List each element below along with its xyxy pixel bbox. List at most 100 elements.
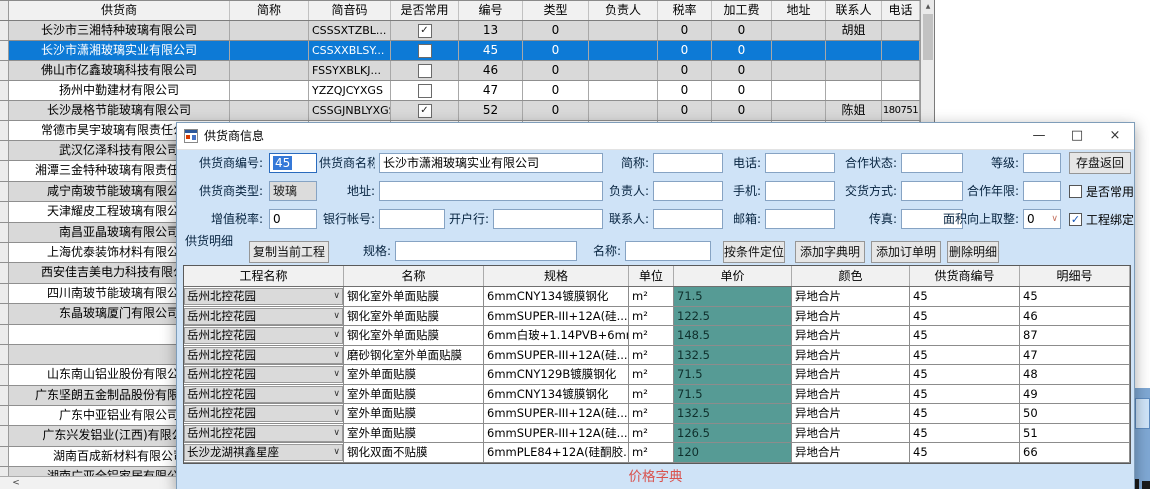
delivery-method-input[interactable] (901, 181, 963, 201)
project-combo-cell[interactable]: 岳州北控花园∨ (184, 385, 344, 404)
project-combo[interactable]: 岳州北控花园∨ (184, 288, 343, 305)
copy-project-button[interactable]: 复制当前工程 (249, 241, 329, 263)
area-round-up-combo[interactable]: 0∨ (1023, 209, 1061, 229)
column-header[interactable]: 简称 (230, 1, 309, 20)
column-header[interactable]: 加工费 (712, 1, 772, 20)
column-header[interactable]: 税率 (658, 1, 712, 20)
project-combo[interactable]: 岳州北控花园∨ (184, 327, 343, 344)
table-row[interactable]: 佛山市亿鑫玻璃科技有限公司FSSYXBLKJ...46000 (0, 61, 920, 81)
grid-row[interactable]: 岳州北控花园∨室外单面贴膜6mmCNY129B镀膜钢化m²71.5异地合片454… (184, 365, 1130, 385)
supplier-name-input[interactable]: 长沙市潇湘玻璃实业有限公司 (379, 153, 603, 173)
project-combo-cell[interactable]: 岳州北控花园∨ (184, 346, 344, 365)
grid-column-header[interactable]: 规格 (484, 266, 629, 286)
grid-cell: 45 (910, 307, 1020, 326)
grid-column-header[interactable]: 单价 (674, 266, 792, 286)
cell-no: 52 (459, 101, 523, 120)
grid-column-header[interactable]: 颜色 (792, 266, 910, 286)
project-combo[interactable]: 岳州北控花园∨ (184, 366, 343, 383)
grid-row[interactable]: 岳州北控花园∨室外单面贴膜6mmCNY134镀膜钢化m²71.5异地合片4549 (184, 385, 1130, 405)
project-combo[interactable]: 岳州北控花园∨ (184, 405, 343, 422)
column-header[interactable]: 编号 (459, 1, 523, 20)
grid-row[interactable]: 岳州北控花园∨室外单面贴膜6mmSUPER-III+12A(硅...m²126.… (184, 424, 1130, 444)
column-header[interactable]: 地址 (772, 1, 826, 20)
manager-input[interactable] (653, 181, 723, 201)
project-bind-checkbox[interactable]: ✓ 工程绑定 (1069, 211, 1134, 227)
common-use-checkbox[interactable]: 是否常用 (1069, 183, 1134, 199)
locate-by-condition-button[interactable]: 按条件定位 (723, 241, 785, 263)
column-header[interactable]: 是否常用 (391, 1, 459, 20)
phone-input[interactable] (765, 153, 835, 173)
common-checkbox[interactable]: ✓ (418, 24, 432, 38)
spec-filter-input[interactable] (395, 241, 577, 261)
scroll-up-icon[interactable]: ▲ (921, 0, 935, 13)
checkbox-icon[interactable] (1069, 185, 1082, 198)
project-combo-cell[interactable]: 长沙龙湖祺鑫星座∨ (184, 443, 344, 462)
close-button[interactable]: × (1096, 123, 1134, 149)
grid-row[interactable]: 岳州北控花园∨钢化室外单面贴膜6mm白玻+1.14PVB+6mm...m²148… (184, 326, 1130, 346)
project-combo[interactable]: 岳州北控花园∨ (184, 308, 343, 325)
email-input[interactable] (765, 209, 835, 229)
supplier-type-input[interactable]: 玻璃 (269, 181, 317, 201)
common-checkbox[interactable]: ✓ (418, 104, 432, 118)
project-combo[interactable]: 岳州北控花园∨ (184, 347, 343, 364)
project-combo[interactable]: 长沙龙湖祺鑫星座∨ (184, 444, 343, 461)
column-header[interactable]: 类型 (523, 1, 589, 20)
grade-input[interactable] (1023, 153, 1061, 173)
bank-account-input[interactable] (379, 209, 445, 229)
column-header[interactable]: 负责人 (589, 1, 658, 20)
table-row[interactable]: 扬州中勤建材有限公司YZZQJCYXGS47000 (0, 81, 920, 101)
project-combo-cell[interactable]: 岳州北控花园∨ (184, 326, 344, 345)
common-checkbox[interactable] (418, 44, 432, 58)
project-combo-cell[interactable]: 岳州北控花园∨ (184, 424, 344, 443)
checkbox-icon[interactable]: ✓ (1069, 213, 1082, 226)
project-combo-cell[interactable]: 岳州北控花园∨ (184, 287, 344, 306)
grid-row[interactable]: 岳州北控花园∨钢化室外单面贴膜6mmCNY134镀膜钢化m²71.5异地合片45… (184, 287, 1130, 307)
project-combo[interactable]: 岳州北控花园∨ (184, 425, 343, 442)
name-filter-input[interactable] (625, 241, 711, 261)
project-combo-cell[interactable]: 岳州北控花园∨ (184, 404, 344, 423)
grid-column-header[interactable]: 工程名称 (184, 266, 344, 286)
project-combo[interactable]: 岳州北控花园∨ (184, 386, 343, 403)
table-row[interactable]: 长沙晟格节能玻璃有限公司CSSGJNBLYXGS✓52000陈姐180751 (0, 101, 920, 121)
minimize-button[interactable]: — (1020, 123, 1058, 149)
grid-column-header[interactable]: 明细号 (1020, 266, 1130, 286)
grid-column-header[interactable]: 供货商编号 (910, 266, 1020, 286)
address-input[interactable] (379, 181, 603, 201)
contact-input[interactable] (653, 209, 723, 229)
grade-label: 等级: (983, 153, 1019, 174)
maximize-button[interactable]: □ (1058, 123, 1096, 149)
vat-rate-input[interactable]: 0 (269, 209, 317, 229)
grid-column-header[interactable]: 名称 (344, 266, 484, 286)
mobile-input[interactable] (765, 181, 835, 201)
delete-detail-button[interactable]: 删除明细 (947, 241, 999, 263)
coop-years-input[interactable] (1023, 181, 1061, 201)
scroll-left-icon[interactable]: < (9, 477, 23, 489)
save-return-button[interactable]: 存盘返回 (1069, 152, 1131, 174)
grid-row[interactable]: 岳州北控花园∨室外单面贴膜6mmSUPER-III+12A(硅...m²132.… (184, 404, 1130, 424)
table-row[interactable]: 长沙市潇湘玻璃实业有限公司CSSXXBLSY...45000 (0, 41, 920, 61)
common-checkbox[interactable] (418, 64, 432, 78)
add-order-detail-button[interactable]: 添加订单明细 (871, 241, 941, 263)
dialog-titlebar[interactable]: 供货商信息 — □ × (177, 123, 1134, 150)
coop-status-input[interactable] (901, 153, 963, 173)
table-row[interactable]: 长沙市三湘特种玻璃有限公司CSSSXTZBL...✓13000胡姐 (0, 21, 920, 41)
column-header[interactable]: 电话 (882, 1, 920, 20)
common-checkbox[interactable] (418, 84, 432, 98)
cell-code: CSSGJNBLYXGS (309, 101, 391, 120)
grid-column-header[interactable]: 单位 (629, 266, 674, 286)
column-header[interactable]: 简音码 (309, 1, 391, 20)
grid-row[interactable]: 长沙龙湖祺鑫星座∨钢化双面不贴膜6mmPLE84+12A(硅酮胶...m²120… (184, 443, 1130, 463)
supplier-no-input[interactable]: 45 (269, 153, 317, 173)
column-header[interactable]: 供货商 (9, 1, 230, 20)
abbr-input[interactable] (653, 153, 723, 173)
scrollbar-thumb[interactable] (923, 14, 933, 60)
project-combo-cell[interactable]: 岳州北控花园∨ (184, 365, 344, 384)
column-header[interactable]: 联系人 (826, 1, 882, 20)
grid-row[interactable]: 岳州北控花园∨磨砂钢化室外单面贴膜6mmSUPER-III+12A(硅...m²… (184, 346, 1130, 366)
bank-name-input[interactable] (493, 209, 603, 229)
grid-row[interactable]: 岳州北控花园∨钢化室外单面贴膜6mmSUPER-III+12A(硅...m²12… (184, 307, 1130, 327)
spec-filter-label: 规格: (339, 241, 391, 262)
add-dict-detail-button[interactable]: 添加字典明细 (795, 241, 865, 263)
vertical-scrollbar[interactable]: ▲ (920, 0, 935, 133)
project-combo-cell[interactable]: 岳州北控花园∨ (184, 307, 344, 326)
